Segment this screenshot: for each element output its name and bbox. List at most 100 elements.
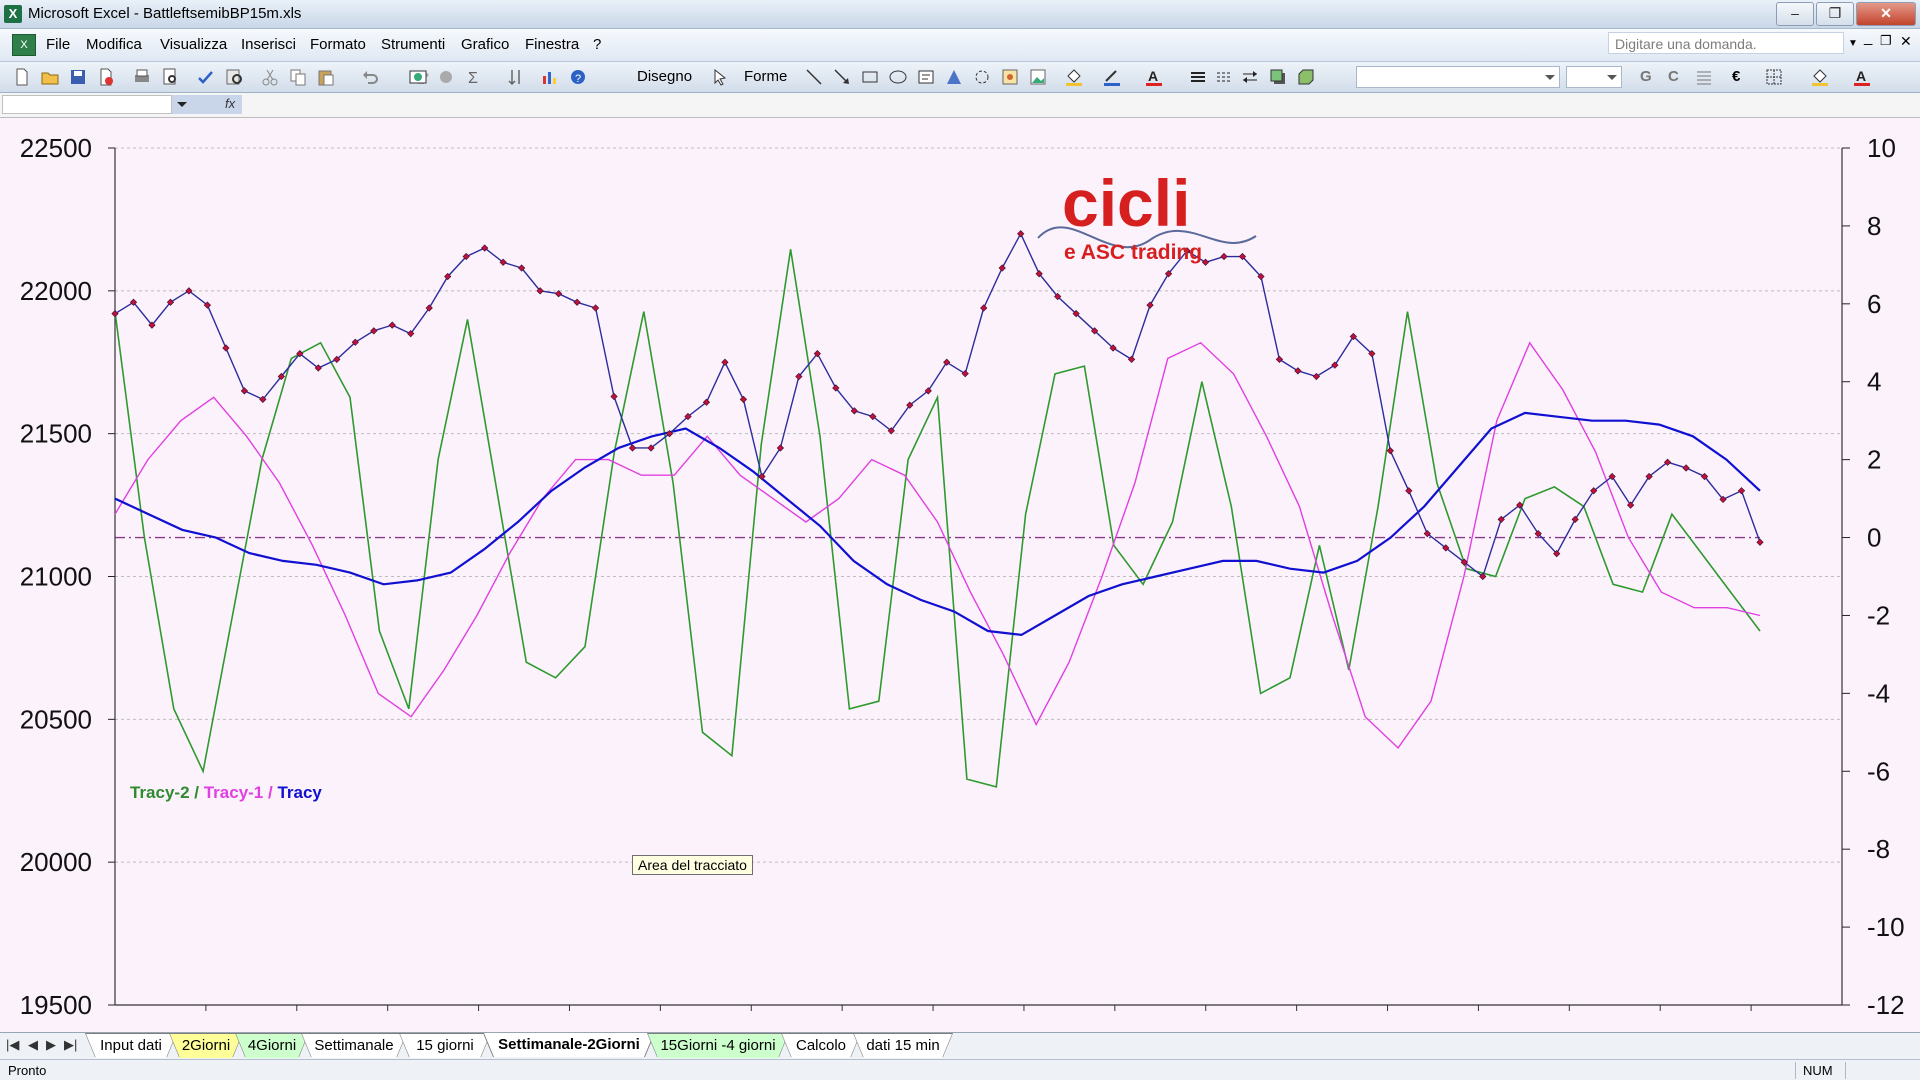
- ask-dropdown-icon[interactable]: ▼: [1848, 38, 1858, 49]
- mdi-close-button[interactable]: ✕: [1900, 33, 1912, 50]
- fx-icon[interactable]: fx: [225, 96, 235, 111]
- sheet-tab[interactable]: Settimanale-2Giorni: [484, 1033, 654, 1057]
- hyperlink-icon[interactable]: [408, 67, 428, 87]
- cicli-logo: cicli e ASC trading: [1037, 166, 1257, 264]
- excel-icon[interactable]: X: [4, 5, 22, 23]
- arrow-icon[interactable]: [832, 67, 852, 87]
- price-marker: [1127, 355, 1136, 364]
- rectangle-icon[interactable]: [860, 67, 880, 87]
- fill-color-icon[interactable]: [1810, 67, 1830, 87]
- ink-icon[interactable]: [436, 67, 456, 87]
- cut-icon[interactable]: [260, 67, 280, 87]
- undo-icon[interactable]: [360, 67, 380, 87]
- line-style-icon[interactable]: [1188, 67, 1208, 87]
- menu-strumenti[interactable]: Strumenti: [381, 36, 445, 53]
- font-size-combo[interactable]: [1566, 66, 1622, 88]
- shadow-icon[interactable]: [1268, 67, 1288, 87]
- sheet-tab[interactable]: 4Giorni: [236, 1034, 308, 1058]
- currency-button[interactable]: €: [1732, 68, 1740, 85]
- sheet-tab[interactable]: Settimanale: [302, 1034, 406, 1058]
- align-icon[interactable]: [1694, 67, 1714, 87]
- status-divider: [1845, 1062, 1846, 1079]
- menu-inserisci[interactable]: Inserisci: [241, 36, 296, 53]
- ask-question-input[interactable]: Digitare una domanda.: [1608, 32, 1844, 54]
- price-marker: [980, 304, 988, 312]
- svg-text:A: A: [1856, 68, 1866, 84]
- restore-button[interactable]: ❐: [1816, 2, 1854, 26]
- sheet-tab[interactable]: Calcolo: [782, 1034, 860, 1058]
- font-color-icon[interactable]: A: [1144, 67, 1164, 87]
- arrow-style-icon[interactable]: [1240, 67, 1260, 87]
- diagram-icon[interactable]: [972, 67, 992, 87]
- sort-icon[interactable]: [506, 67, 526, 87]
- fill-color-icon[interactable]: [1064, 67, 1084, 87]
- line-chart[interactable]: 22500 22000 21500 21000 20500 20000 19500 10 8 6 4…: [0, 118, 1920, 1032]
- minimize-button[interactable]: –: [1776, 2, 1814, 26]
- wordart-icon[interactable]: [944, 67, 964, 87]
- help-icon[interactable]: ?: [568, 67, 588, 87]
- menu-modifica[interactable]: Modifica: [86, 36, 142, 53]
- line-icon[interactable]: [804, 67, 824, 87]
- new-icon[interactable]: [12, 67, 32, 87]
- right-tick-label: -6: [1867, 756, 1890, 786]
- 3d-icon[interactable]: [1296, 67, 1316, 87]
- sheet-tab[interactable]: 2Giorni: [170, 1034, 242, 1058]
- prev-sheet-icon[interactable]: ◀: [28, 1037, 38, 1053]
- borders-icon[interactable]: [1764, 67, 1784, 87]
- spelling-icon[interactable]: [196, 67, 216, 87]
- chart-wizard-icon[interactable]: [540, 67, 560, 87]
- workbook-icon[interactable]: X: [12, 34, 36, 56]
- paste-icon[interactable]: [316, 67, 336, 87]
- print-icon[interactable]: [132, 67, 152, 87]
- mdi-restore-button[interactable]: ❐: [1880, 33, 1892, 49]
- right-tick-label: 10: [1867, 133, 1896, 163]
- first-sheet-icon[interactable]: |◀: [6, 1037, 19, 1053]
- menu-formato[interactable]: Formato: [310, 36, 366, 53]
- permission-icon[interactable]: [96, 67, 116, 87]
- next-sheet-icon[interactable]: ▶: [46, 1037, 56, 1053]
- left-tick-label: 21000: [20, 562, 92, 592]
- menu-visualizza[interactable]: Visualizza: [160, 36, 227, 53]
- price-marker: [1294, 367, 1302, 375]
- dash-style-icon[interactable]: [1214, 67, 1234, 87]
- menu-finestra[interactable]: Finestra: [525, 36, 579, 53]
- bold-button[interactable]: G: [1640, 68, 1652, 85]
- research-icon[interactable]: [224, 67, 244, 87]
- price-marker: [998, 264, 1006, 272]
- textbox-icon[interactable]: [916, 67, 936, 87]
- sheet-tab[interactable]: 15Giorni -4 giorni: [648, 1034, 788, 1058]
- sheet-tab-strip: |◀ ◀ ▶ ▶| Input dati 2Giorni 4Giorni Settim…: [0, 1032, 1920, 1059]
- chart-area[interactable]: 22500 22000 21500 21000 20500 20000 19500 10 8 6 4…: [0, 118, 1920, 1032]
- formula-bar: fx: [0, 93, 1920, 118]
- save-icon[interactable]: [68, 67, 88, 87]
- autoshapes-menu[interactable]: Forme: [744, 68, 787, 85]
- right-tick-label: 2: [1867, 445, 1881, 475]
- left-tick-label: 20000: [20, 847, 92, 877]
- clipart-icon[interactable]: [1000, 67, 1020, 87]
- autosum-icon[interactable]: Σ: [464, 67, 484, 87]
- font-color-icon[interactable]: A: [1852, 67, 1872, 87]
- italic-button[interactable]: C: [1668, 68, 1679, 85]
- menu-grafico[interactable]: Grafico: [461, 36, 509, 53]
- picture-icon[interactable]: [1028, 67, 1048, 87]
- font-name-combo[interactable]: [1356, 66, 1560, 88]
- name-box[interactable]: [2, 95, 172, 114]
- open-icon[interactable]: [40, 67, 60, 87]
- oval-icon[interactable]: [888, 67, 908, 87]
- close-button[interactable]: ✕: [1856, 2, 1916, 26]
- drawing-menu[interactable]: Disegno: [637, 68, 692, 85]
- line-color-icon[interactable]: [1102, 67, 1122, 87]
- mdi-minimize-button[interactable]: _: [1864, 29, 1872, 46]
- last-sheet-icon[interactable]: ▶|: [64, 1037, 77, 1053]
- sheet-tab[interactable]: Input dati: [86, 1034, 176, 1058]
- menu-help[interactable]: ?: [593, 36, 601, 53]
- svg-text:?: ?: [575, 73, 581, 85]
- legend-tracy1: Tracy-1: [203, 783, 264, 802]
- sheet-tab[interactable]: dati 15 min: [854, 1034, 952, 1058]
- sheet-tab[interactable]: 15 giorni: [400, 1034, 490, 1058]
- price-marker: [1737, 487, 1746, 495]
- select-objects-icon[interactable]: [710, 67, 730, 87]
- menu-file[interactable]: File: [46, 36, 70, 53]
- copy-icon[interactable]: [288, 67, 308, 87]
- print-preview-icon[interactable]: [160, 67, 180, 87]
